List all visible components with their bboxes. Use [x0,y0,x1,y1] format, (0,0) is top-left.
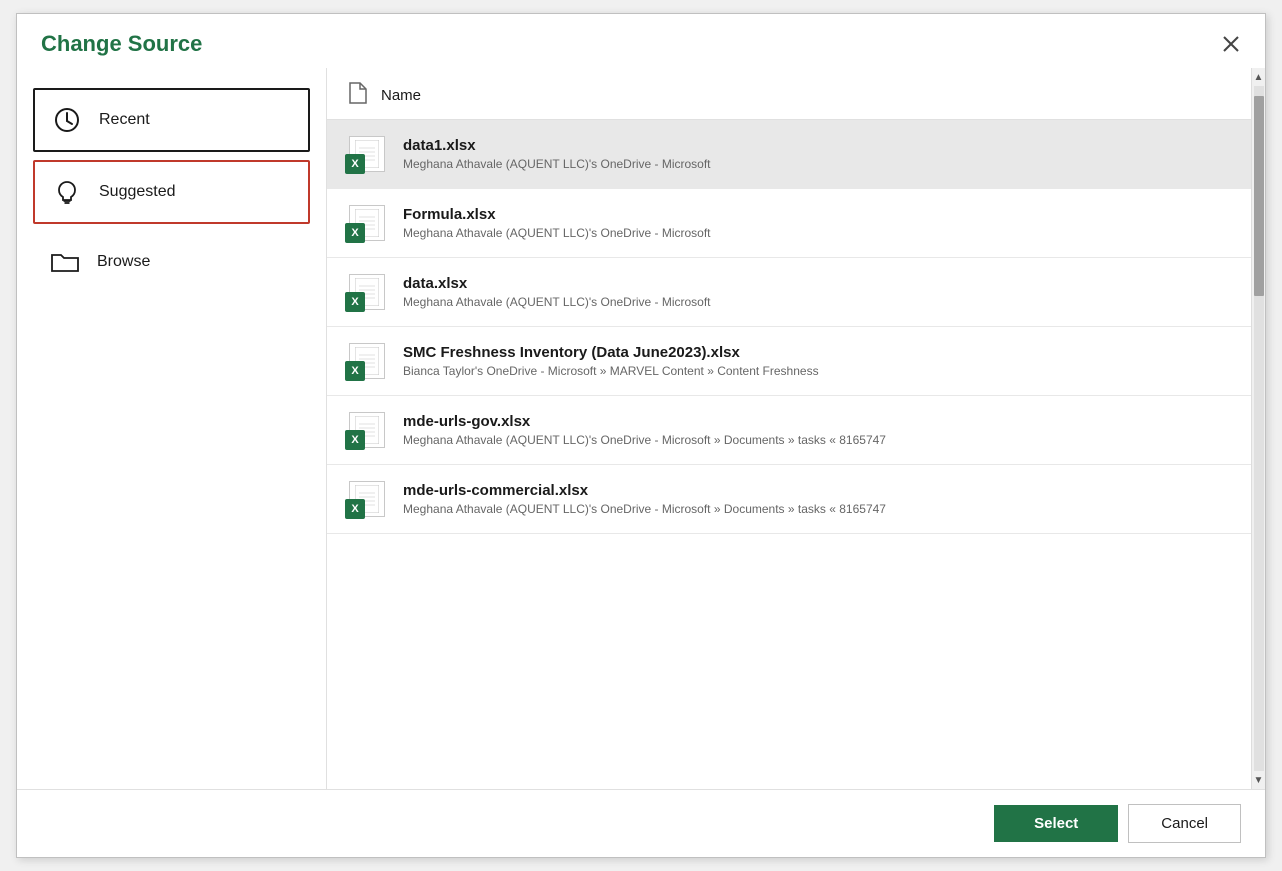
file-list-column-name: Name [381,87,421,104]
file-path-1: Meghana Athavale (AQUENT LLC)'s OneDrive… [403,157,711,171]
file-name-4: SMC Freshness Inventory (Data June2023).… [403,344,819,361]
file-info-6: mde-urls-commercial.xlsx Meghana Athaval… [403,482,886,516]
suggested-label: Suggested [99,183,176,201]
folder-icon [49,246,81,278]
file-info-3: data.xlsx Meghana Athavale (AQUENT LLC)'… [403,275,711,309]
select-button[interactable]: Select [994,805,1118,842]
browse-label: Browse [97,253,150,271]
excel-icon-1: X [347,134,387,174]
scroll-down-arrow[interactable]: ▼ [1252,773,1266,787]
right-section: Name [327,68,1265,789]
dialog-header: Change Source [17,14,1265,68]
excel-icon-2: X [347,203,387,243]
file-item-5[interactable]: X mde-urls-gov.xlsx Meghana Athavale (AQ… [327,396,1251,465]
change-source-dialog: Change Source Recent [16,13,1266,858]
scroll-up-arrow[interactable]: ▲ [1252,70,1266,84]
dialog-body: Recent Suggested [17,68,1265,789]
sidebar-item-recent[interactable]: Recent [33,88,310,152]
sidebar-item-suggested[interactable]: Suggested [33,160,310,224]
excel-icon-6: X [347,479,387,519]
close-button[interactable] [1217,30,1245,58]
content-area: Name [327,68,1251,789]
file-header-icon [347,82,367,109]
file-name-3: data.xlsx [403,275,711,292]
scrollbar-track[interactable] [1254,86,1264,771]
file-info-2: Formula.xlsx Meghana Athavale (AQUENT LL… [403,206,711,240]
clock-icon [51,104,83,136]
recent-label: Recent [99,111,150,129]
excel-icon-4: X [347,341,387,381]
file-name-5: mde-urls-gov.xlsx [403,413,886,430]
file-item-6[interactable]: X mde-urls-commercial.xlsx Meghana Athav… [327,465,1251,534]
dialog-footer: Select Cancel [17,789,1265,857]
excel-icon-3: X [347,272,387,312]
file-name-6: mde-urls-commercial.xlsx [403,482,886,499]
scrollbar[interactable]: ▲ ▼ [1251,68,1265,789]
file-item-4[interactable]: X SMC Freshness Inventory (Data June2023… [327,327,1251,396]
file-info-4: SMC Freshness Inventory (Data June2023).… [403,344,819,378]
file-info-1: data1.xlsx Meghana Athavale (AQUENT LLC)… [403,137,711,171]
file-item-1[interactable]: X data1.xlsx Meghana Athavale (AQUENT LL… [327,120,1251,189]
file-item-3[interactable]: X data.xlsx Meghana Athavale (AQUENT LLC… [327,258,1251,327]
scrollbar-thumb[interactable] [1254,96,1264,296]
file-info-5: mde-urls-gov.xlsx Meghana Athavale (AQUE… [403,413,886,447]
file-list-header: Name [327,68,1251,120]
dialog-title: Change Source [41,31,202,57]
sidebar-item-browse[interactable]: Browse [33,232,310,292]
file-path-2: Meghana Athavale (AQUENT LLC)'s OneDrive… [403,226,711,240]
file-path-3: Meghana Athavale (AQUENT LLC)'s OneDrive… [403,295,711,309]
cancel-button[interactable]: Cancel [1128,804,1241,843]
file-name-1: data1.xlsx [403,137,711,154]
excel-icon-5: X [347,410,387,450]
file-path-4: Bianca Taylor's OneDrive - Microsoft » M… [403,364,819,378]
file-name-2: Formula.xlsx [403,206,711,223]
close-icon [1223,36,1239,52]
file-item-2[interactable]: X Formula.xlsx Meghana Athavale (AQUENT … [327,189,1251,258]
file-path-6: Meghana Athavale (AQUENT LLC)'s OneDrive… [403,502,886,516]
file-path-5: Meghana Athavale (AQUENT LLC)'s OneDrive… [403,433,886,447]
sidebar: Recent Suggested [17,68,327,789]
lightbulb-icon [51,176,83,208]
file-list: X data1.xlsx Meghana Athavale (AQUENT LL… [327,120,1251,789]
